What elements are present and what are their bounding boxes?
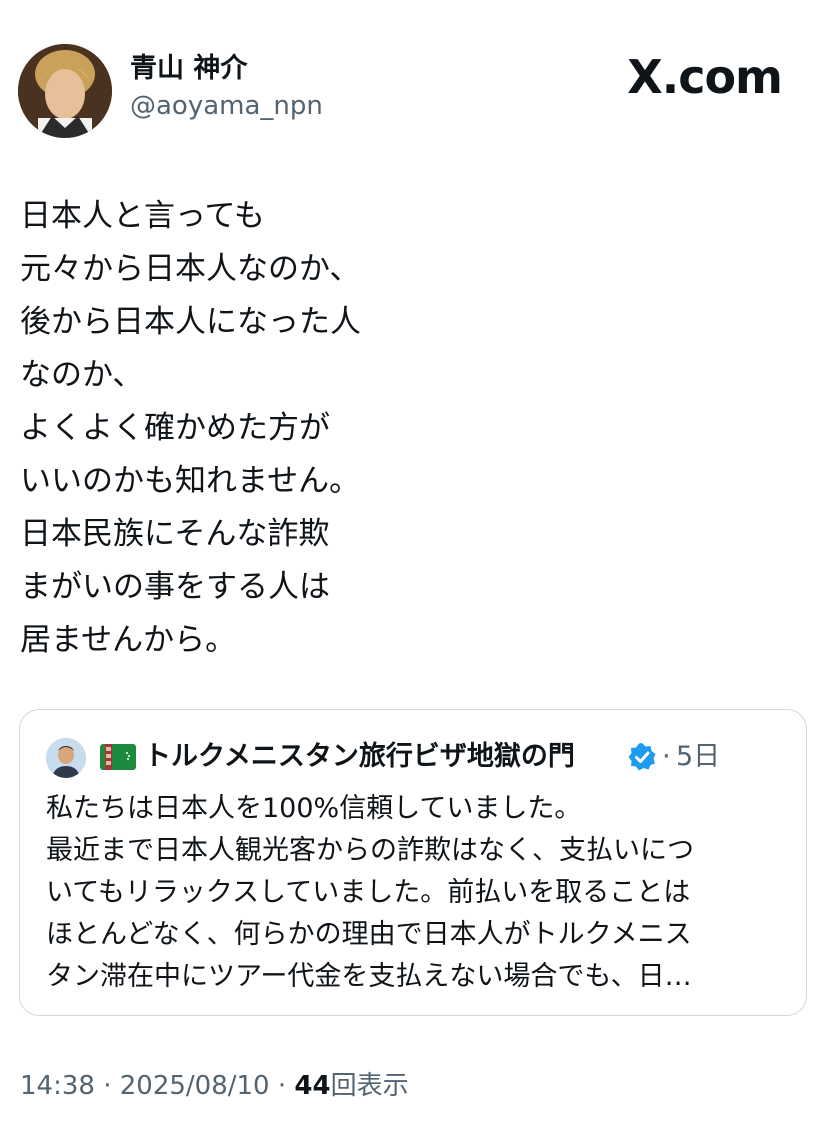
quote-text: 私たちは日本人を100%信頼していました。 最近まで日本人観光客からの詐欺はなく… — [46, 788, 786, 998]
author-names: 青山 神介 @aoyama_npn — [130, 52, 323, 124]
author-avatar[interactable] — [18, 44, 112, 138]
views-label: 回表示 — [330, 1071, 409, 1101]
tweet-line: 日本民族にそんな詐欺 — [20, 516, 330, 552]
meta-separator: · — [103, 1071, 112, 1101]
quote-author-name[interactable]: トルクメニスタン旅行ビザ地獄の門 — [144, 738, 575, 776]
x-com-logo: X.com — [627, 50, 783, 104]
quote-time[interactable]: 5日 — [676, 738, 720, 776]
quote-line: 最近まで日本人観光客からの詐欺はなく、支払いにつ — [46, 835, 694, 866]
verified-badge-icon — [628, 743, 656, 771]
tweet-line: よくよく確かめた方が — [20, 410, 330, 446]
tweet-text: 日本人と言っても 元々から日本人なのか、 後から日本人になった人 なのか、 よく… — [20, 190, 800, 667]
quote-line: 私たちは日本人を100%信頼していました。 — [46, 793, 582, 824]
tweet-line: 元々から日本人なのか、 — [20, 251, 361, 287]
tweet-meta: 14:38 · 2025/08/10 · 44回表示 — [20, 1066, 409, 1106]
tweet-line: 日本人と言っても — [20, 198, 265, 234]
tweet-line: まがいの事をする人は — [20, 569, 330, 605]
quote-line: ほとんどなく、何らかの理由で日本人がトルクメニス — [46, 919, 692, 950]
avatar-image — [18, 44, 112, 138]
quote-line: いてもリラックスしていました。前払いを取ることは — [46, 877, 691, 908]
quote-separator: · — [662, 741, 671, 772]
quote-tweet-card[interactable]: トルクメニスタン旅行ビザ地獄の門 · 5日 私たちは日本人を100%信頼していま… — [19, 709, 807, 1016]
quote-author-avatar[interactable] — [46, 738, 86, 778]
author-display-name[interactable]: 青山 神介 — [130, 52, 323, 86]
tweet-date[interactable]: 2025/08/10 — [120, 1071, 270, 1101]
tweet-time[interactable]: 14:38 — [20, 1071, 95, 1101]
tweet-line: 居ませんから。 — [20, 622, 237, 658]
quote-avatar-image — [46, 738, 86, 778]
quote-line: タン滞在中にツアー代金を支払えない場合でも、日… — [46, 961, 692, 992]
meta-separator: · — [277, 1071, 287, 1101]
tweet-line: なのか、 — [20, 357, 144, 393]
tweet-header: 青山 神介 @aoyama_npn X.com — [18, 44, 810, 138]
views-count[interactable]: 44 — [294, 1071, 330, 1101]
quote-header: トルクメニスタン旅行ビザ地獄の門 · 5日 — [46, 736, 786, 778]
turkmenistan-flag-icon — [100, 744, 136, 770]
tweet-line: 後から日本人になった人 — [20, 304, 361, 340]
author-handle[interactable]: @aoyama_npn — [130, 88, 323, 124]
tweet-line: いいのかも知れません。 — [20, 463, 361, 499]
